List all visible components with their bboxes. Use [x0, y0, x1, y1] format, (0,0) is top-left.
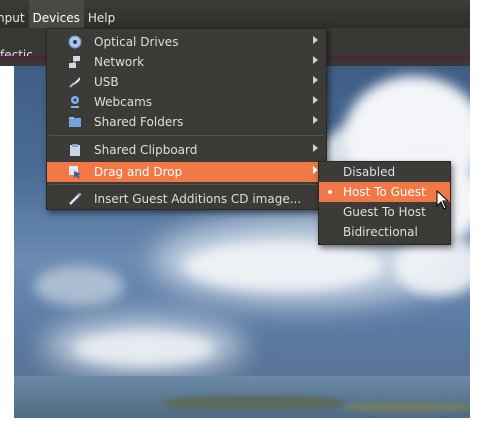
webcam-icon [67, 94, 83, 110]
submenu-arrow-icon [313, 116, 318, 124]
menu-input[interactable]: nput [0, 0, 29, 28]
submenu-item-bidirectional[interactable]: Bidirectional [319, 222, 450, 242]
drag-drop-icon [67, 164, 83, 180]
island [164, 396, 344, 410]
submenu-item-label: Host To Guest [343, 185, 426, 199]
network-icon [67, 54, 83, 70]
menu-devices[interactable]: Devices [28, 0, 84, 28]
submenu-arrow-icon [313, 76, 318, 84]
install-icon [67, 191, 83, 207]
submenu-item-host-to-guest[interactable]: Host To Guest [319, 182, 450, 202]
menu-item-label: Network [94, 55, 145, 69]
menu-separator [49, 135, 324, 136]
island [344, 402, 470, 412]
menu-item-label: Insert Guest Additions CD image... [94, 192, 302, 206]
cloud [34, 266, 124, 306]
menu-item-optical-drives[interactable]: Optical Drives [47, 32, 326, 52]
menu-item-label: Optical Drives [94, 35, 179, 49]
folder-icon [67, 114, 83, 130]
menu-item-drag-and-drop[interactable]: Drag and Drop [47, 162, 326, 182]
submenu-item-disabled[interactable]: Disabled [319, 162, 450, 182]
menu-item-shared-clipboard[interactable]: Shared Clipboard [47, 140, 326, 160]
submenu-item-label: Disabled [343, 165, 396, 179]
submenu-item-guest-to-host[interactable]: Guest To Host [319, 202, 450, 222]
menu-item-label: Drag and Drop [94, 165, 183, 179]
submenu-item-label: Guest To Host [343, 205, 426, 219]
submenu-arrow-icon [313, 56, 318, 64]
mouse-cursor-icon [436, 189, 450, 213]
menu-item-insert-guest-additions[interactable]: Insert Guest Additions CD image... [47, 189, 326, 209]
optical-disc-icon [67, 34, 83, 50]
menu-item-network[interactable]: Network [47, 52, 326, 72]
submenu-arrow-icon [313, 144, 318, 152]
cloud [74, 331, 214, 366]
menu-item-shared-folders[interactable]: Shared Folders [47, 112, 326, 132]
submenu-arrow-icon [313, 96, 318, 104]
devices-menu: Optical Drives Network USB Webcams Share… [46, 28, 327, 210]
drag-drop-submenu: Disabled Host To Guest Guest To Host Bid… [318, 161, 451, 245]
menu-bar: nput Devices Help [0, 0, 470, 28]
menu-item-webcams[interactable]: Webcams [47, 92, 326, 112]
menu-item-usb[interactable]: USB [47, 72, 326, 92]
usb-icon [67, 74, 83, 90]
menu-item-label: Shared Folders [94, 115, 184, 129]
menu-help[interactable]: Help [84, 0, 119, 28]
submenu-arrow-icon [313, 36, 318, 44]
cloud [184, 241, 384, 291]
menu-item-label: Shared Clipboard [94, 143, 198, 157]
submenu-item-label: Bidirectional [343, 225, 418, 239]
menu-separator [49, 184, 324, 185]
menu-item-label: USB [94, 75, 119, 89]
radio-selected-icon [328, 190, 332, 194]
clipboard-icon [67, 142, 83, 158]
menu-item-label: Webcams [94, 95, 153, 109]
